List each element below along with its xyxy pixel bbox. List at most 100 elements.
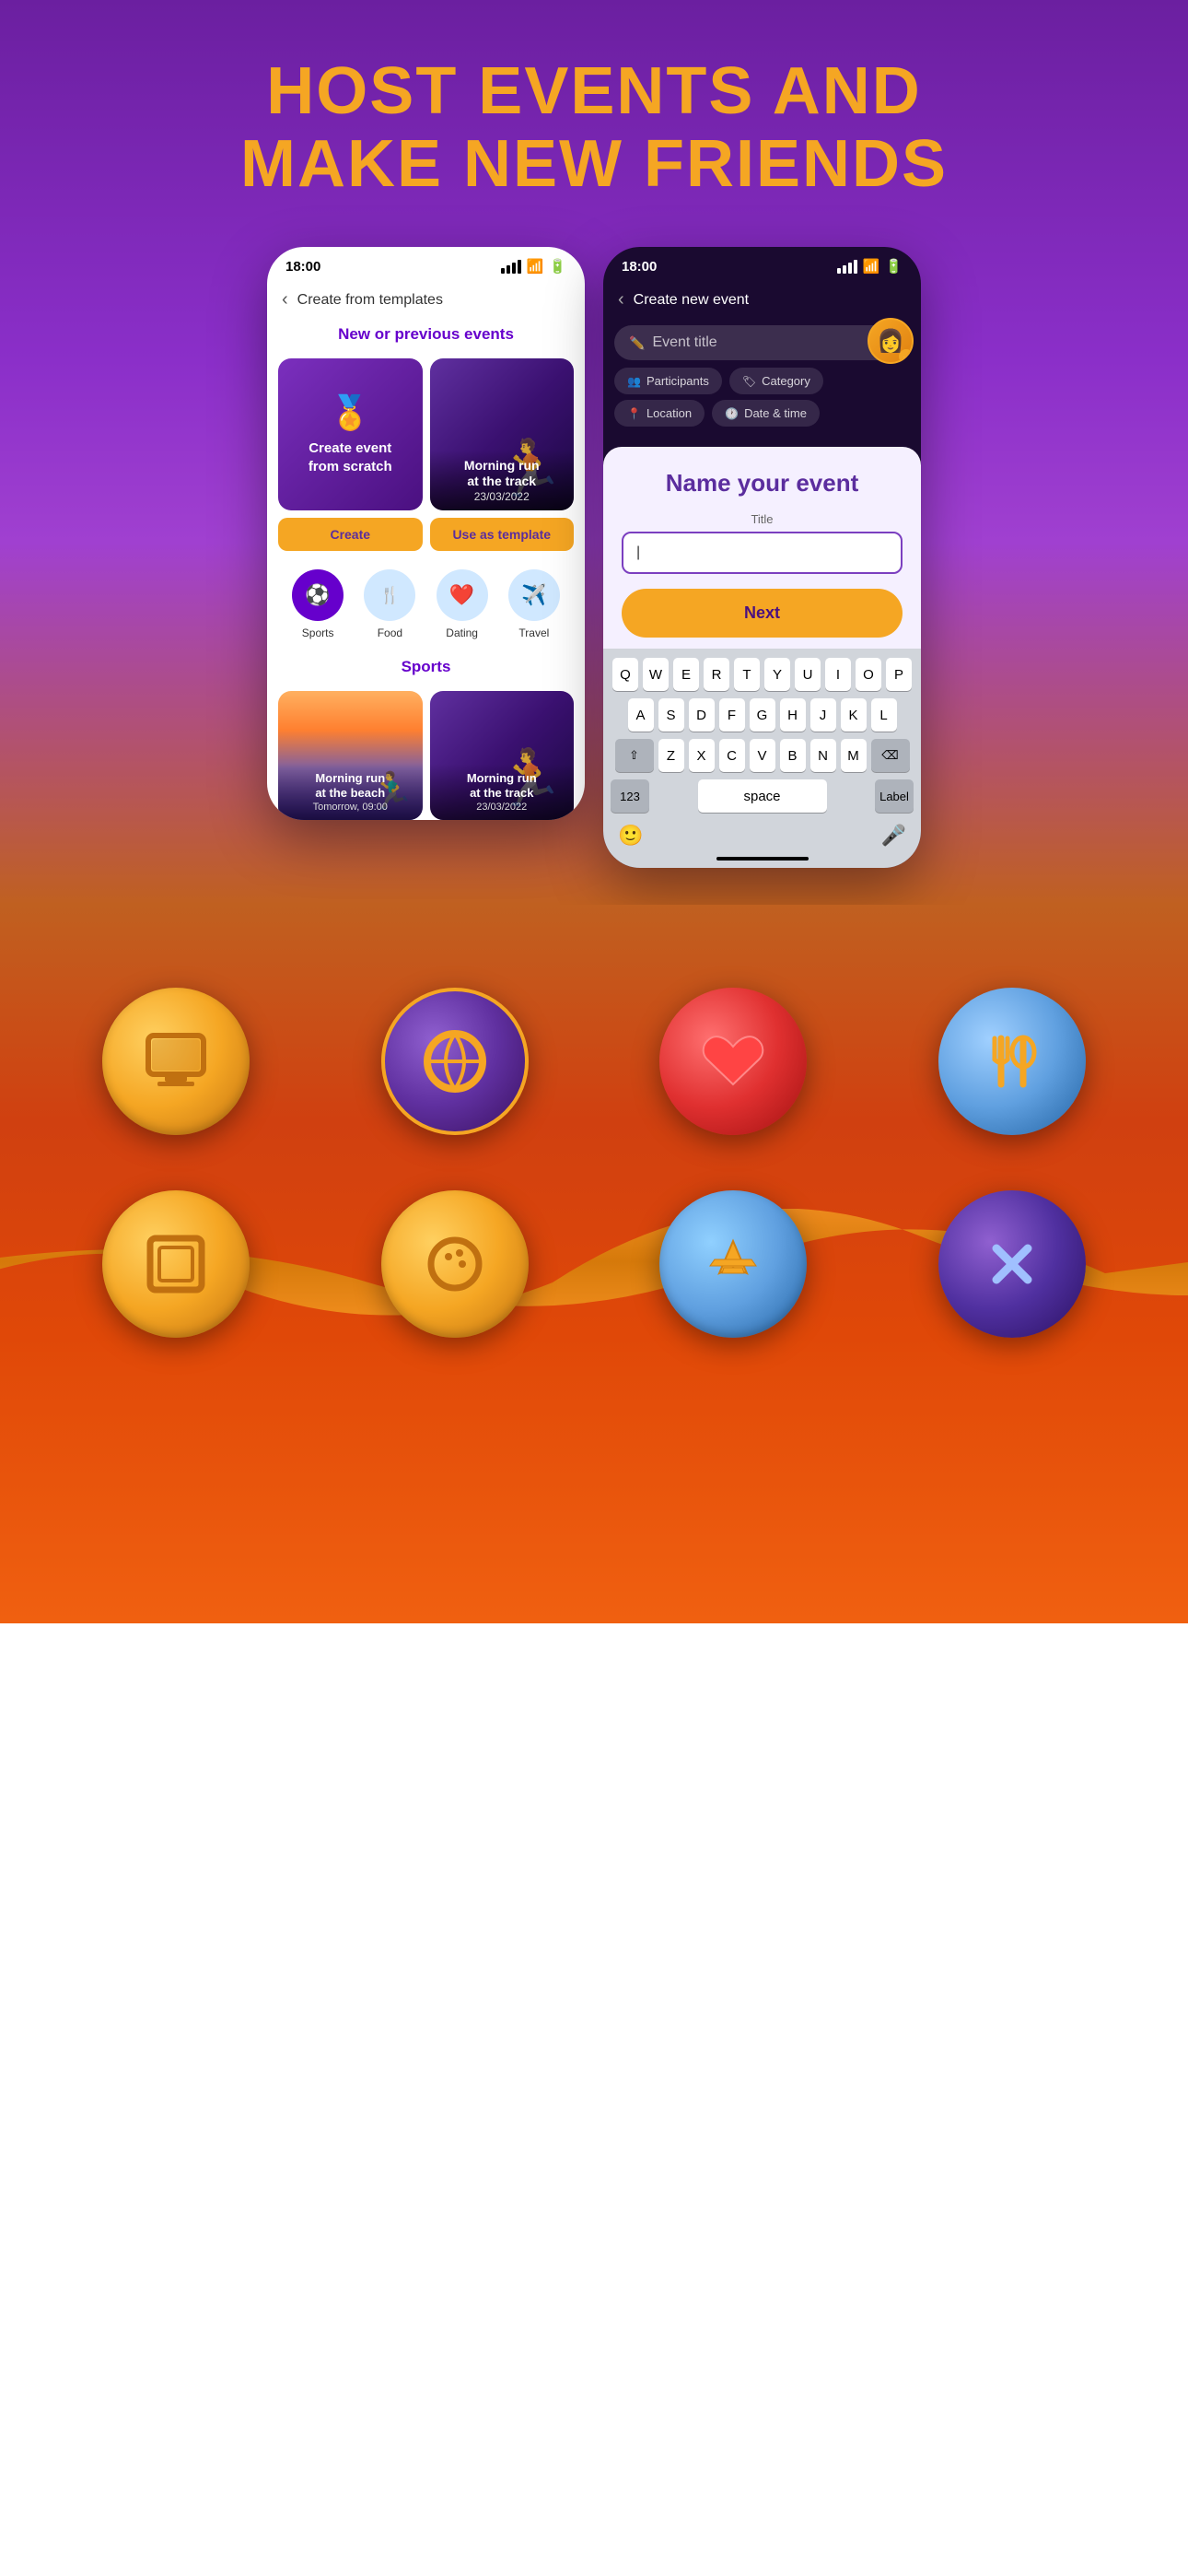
keyboard-bottom-row: 123 space Label <box>607 779 917 816</box>
events-grid: 🏅 Create event from scratch Morning run <box>267 358 585 510</box>
key-i[interactable]: I <box>825 658 851 691</box>
dating-icon-circle: ❤️ <box>437 569 488 621</box>
key-p[interactable]: P <box>886 658 912 691</box>
key-v[interactable]: V <box>750 739 775 772</box>
key-w[interactable]: W <box>643 658 669 691</box>
key-q[interactable]: Q <box>612 658 638 691</box>
sports-section: Sports Morning runat the beach Tomorrow,… <box>267 650 585 820</box>
use-template-button[interactable]: Use as template <box>430 518 575 551</box>
cat-travel[interactable]: ✈️ Travel <box>508 569 560 639</box>
key-x[interactable]: X <box>689 739 715 772</box>
create-scratch-icon: 🏅 <box>330 393 371 432</box>
back-chevron-right[interactable]: ‹ <box>618 289 624 310</box>
morning-track-card[interactable]: Morning run at the track 23/03/2022 <box>430 358 575 510</box>
key-space[interactable]: space <box>698 779 827 813</box>
key-d[interactable]: D <box>689 698 715 732</box>
key-m[interactable]: M <box>841 739 867 772</box>
signal-icon <box>501 260 521 274</box>
chip-row-1: 👥 Participants 🏷 Category <box>614 368 910 394</box>
right-phone-nav[interactable]: ‹ Create new event <box>603 282 921 318</box>
beach-run-card[interactable]: Morning runat the beach Tomorrow, 09:00 <box>278 691 423 820</box>
key-b[interactable]: B <box>780 739 806 772</box>
location-icon: 📍 <box>627 407 641 420</box>
category-chip[interactable]: 🏷 Category <box>729 368 823 394</box>
create-scratch-card[interactable]: 🏅 Create event from scratch <box>278 358 423 510</box>
datetime-chip[interactable]: 🕐 Date & time <box>712 400 820 427</box>
key-j[interactable]: J <box>810 698 836 732</box>
sports-grid: Morning runat the beach Tomorrow, 09:00 … <box>278 691 574 820</box>
input-label: Title <box>622 512 903 526</box>
battery-icon: 🔋 <box>549 258 566 275</box>
next-button[interactable]: Next <box>622 589 903 638</box>
bottom-icon-food <box>938 988 1086 1135</box>
track-run-card-2[interactable]: Morning runat the track 23/03/2022 <box>430 691 575 820</box>
create-button[interactable]: Create <box>278 518 423 551</box>
form-fields: ✏️ Event title 👥 Participants 🏷 Category <box>603 318 921 439</box>
status-bar-right: 18:00 📶 🔋 <box>603 247 921 282</box>
location-chip[interactable]: 📍 Location <box>614 400 705 427</box>
bottom-icon-bowling <box>381 1190 529 1338</box>
emoji-button[interactable]: 🙂 <box>618 824 643 848</box>
track-overlay-2: Morning runat the track 23/03/2022 <box>430 764 575 820</box>
check-badge: ✓ <box>899 349 914 364</box>
new-events-title: New or previous events <box>267 318 585 351</box>
morning-track-date: 23/03/2022 <box>439 490 565 503</box>
morning-track-overlay: Morning run at the track 23/03/2022 <box>430 451 575 511</box>
category-icon: 🏷 <box>742 375 756 388</box>
morning-track-title: Morning run at the track <box>439 458 565 489</box>
key-shift[interactable]: ⇧ <box>615 739 654 772</box>
beach-title: Morning runat the beach <box>287 771 413 800</box>
right-phone: 18:00 📶 🔋 ‹ Create new event <box>603 247 921 868</box>
key-delete[interactable]: ⌫ <box>871 739 910 772</box>
key-label[interactable]: Label <box>875 779 914 813</box>
back-nav-left[interactable]: ‹ Create from templates <box>267 282 585 318</box>
key-n[interactable]: N <box>810 739 836 772</box>
participants-chip[interactable]: 👥 Participants <box>614 368 722 394</box>
key-s[interactable]: S <box>658 698 684 732</box>
key-c[interactable]: C <box>719 739 745 772</box>
food-label: Food <box>378 626 402 639</box>
key-y[interactable]: Y <box>764 658 790 691</box>
mic-button[interactable]: 🎤 <box>881 824 906 848</box>
title-input[interactable] <box>622 532 903 574</box>
key-u[interactable]: U <box>795 658 821 691</box>
key-l[interactable]: L <box>871 698 897 732</box>
key-h[interactable]: H <box>780 698 806 732</box>
panel-heading: Name your event <box>622 469 903 498</box>
key-numbers[interactable]: 123 <box>611 779 649 813</box>
participants-icon: 👥 <box>627 375 641 388</box>
datetime-icon: 🕐 <box>725 407 739 420</box>
chip-row-2: 📍 Location 🕐 Date & time <box>614 400 910 427</box>
key-g[interactable]: G <box>750 698 775 732</box>
key-k[interactable]: K <box>841 698 867 732</box>
key-f[interactable]: F <box>719 698 745 732</box>
bottom-icons-row-2 <box>37 1163 1151 1365</box>
key-o[interactable]: O <box>856 658 881 691</box>
phones-row: 18:00 📶 🔋 ‹ Create from templates <box>37 247 1151 868</box>
key-z[interactable]: Z <box>658 739 684 772</box>
beach-date: Tomorrow, 09:00 <box>287 802 413 813</box>
cat-food[interactable]: 🍴 Food <box>364 569 415 639</box>
status-icons-left: 📶 🔋 <box>501 258 566 275</box>
event-name-panel: Name your event Title Next <box>603 447 921 649</box>
back-chevron-left[interactable]: ‹ <box>282 289 288 310</box>
left-phone: 18:00 📶 🔋 ‹ Create from templates <box>267 247 585 820</box>
wifi-icon-right: 📶 <box>863 258 880 275</box>
event-title-placeholder: Event title <box>652 334 716 351</box>
beach-overlay: Morning runat the beach Tomorrow, 09:00 <box>278 764 423 820</box>
card-buttons-row: Create Use as template <box>267 510 585 558</box>
track-title-2: Morning runat the track <box>439 771 565 800</box>
key-t[interactable]: T <box>734 658 760 691</box>
user-avatar: 👩 ✓ <box>868 318 914 364</box>
key-a[interactable]: A <box>628 698 654 732</box>
key-r[interactable]: R <box>704 658 729 691</box>
bottom-icon-close <box>938 1190 1086 1338</box>
food-svg <box>975 1025 1049 1098</box>
key-e[interactable]: E <box>673 658 699 691</box>
event-title-field[interactable]: ✏️ Event title <box>614 325 910 360</box>
bottom-icons-row-1 <box>37 960 1151 1163</box>
status-icons-right: 📶 🔋 <box>837 258 903 275</box>
cat-dating[interactable]: ❤️ Dating <box>437 569 488 639</box>
bottom-section <box>0 905 1188 1623</box>
cat-sports[interactable]: ⚽ Sports <box>292 569 344 639</box>
